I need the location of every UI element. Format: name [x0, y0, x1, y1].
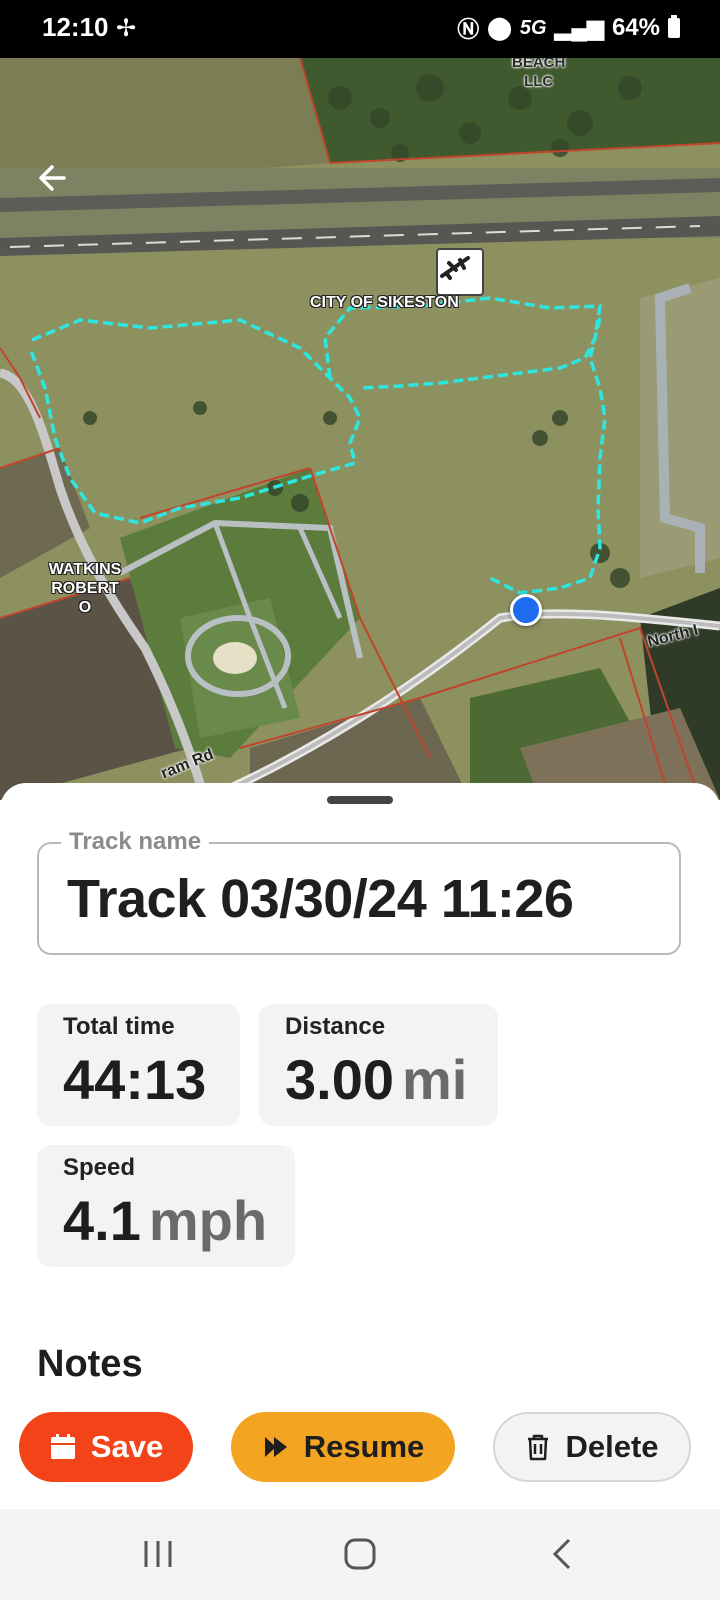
status-time: 12:10 — [42, 12, 109, 42]
network-type: 5G — [519, 16, 547, 39]
resume-label: Resume — [303, 1429, 425, 1464]
map-label-city: CITY OF SIKESTON — [310, 294, 459, 311]
track-name-field[interactable]: Track name Track 03/30/24 11:26 — [37, 828, 681, 955]
sheet-drag-handle[interactable] — [327, 796, 393, 804]
map-label-watkins: WATKINS ROBERT O — [48, 561, 122, 616]
distance-value: 3.00 — [285, 1048, 394, 1111]
recents-icon — [144, 1541, 172, 1567]
distance-unit: mi — [402, 1048, 468, 1111]
status-bar: 12:10 ✢ Ⓝ ⬤ 5G ▂▄▆ 64% — [0, 0, 720, 58]
nfc-icon: Ⓝ — [457, 17, 480, 42]
track-name-input[interactable]: Track 03/30/24 11:26 — [67, 868, 574, 930]
stat-total-time: Total time 44:13 — [37, 1004, 240, 1126]
battery-percent: 64% — [611, 14, 660, 41]
speed-label: Speed — [63, 1154, 136, 1181]
stat-distance: Distance 3.00 mi — [259, 1004, 498, 1126]
total-time-label: Total time — [63, 1013, 175, 1040]
distance-value-wrap: 3.00 mi — [285, 1047, 498, 1112]
speed-unit: mph — [148, 1189, 268, 1252]
delete-label: Delete — [565, 1429, 659, 1464]
airplane-icon — [440, 256, 470, 280]
total-time-value: 44:13 — [63, 1048, 207, 1111]
trash-icon — [528, 1434, 549, 1461]
save-label: Save — [90, 1429, 164, 1464]
resume-button[interactable]: Resume — [231, 1412, 455, 1482]
delete-button[interactable]: Delete — [493, 1412, 691, 1482]
location-pin-icon: ⬤ — [487, 15, 512, 40]
recents-button[interactable] — [128, 1529, 188, 1579]
arrow-left-icon — [39, 165, 66, 191]
distance-label: Distance — [285, 1013, 386, 1040]
notes-heading: Notes — [37, 1343, 143, 1385]
fan-icon: ✢ — [116, 15, 137, 42]
back-button[interactable] — [30, 154, 78, 202]
track-details-sheet: Track name Track 03/30/24 11:26 Total ti… — [0, 783, 720, 1508]
track-name-label: Track name — [61, 828, 210, 856]
fast-forward-icon — [264, 1437, 287, 1457]
status-icons: Ⓝ ⬤ 5G ▂▄▆ 64% — [457, 12, 680, 44]
signal-icon: ▂▄▆ — [554, 15, 604, 40]
system-nav-bar — [0, 1509, 720, 1600]
home-icon — [344, 1538, 376, 1570]
airport-icon[interactable] — [436, 248, 484, 296]
speed-value-wrap: 4.1 mph — [63, 1188, 295, 1253]
home-button[interactable] — [330, 1529, 390, 1579]
stat-speed: Speed 4.1 mph — [37, 1145, 295, 1267]
current-location-marker — [510, 594, 542, 626]
speed-value: 4.1 — [63, 1189, 141, 1252]
chevron-left-icon — [552, 1538, 571, 1570]
back-nav-button[interactable] — [532, 1529, 592, 1579]
map-label-beach: BEACH LLC — [512, 58, 566, 90]
map-view[interactable]: BEACH LLC CITY OF SIKESTON WATKINS ROBER… — [0, 58, 720, 800]
satellite-map — [0, 58, 720, 800]
battery-icon — [668, 15, 680, 38]
calendar-icon — [50, 1434, 75, 1459]
save-button[interactable]: Save — [19, 1412, 193, 1482]
